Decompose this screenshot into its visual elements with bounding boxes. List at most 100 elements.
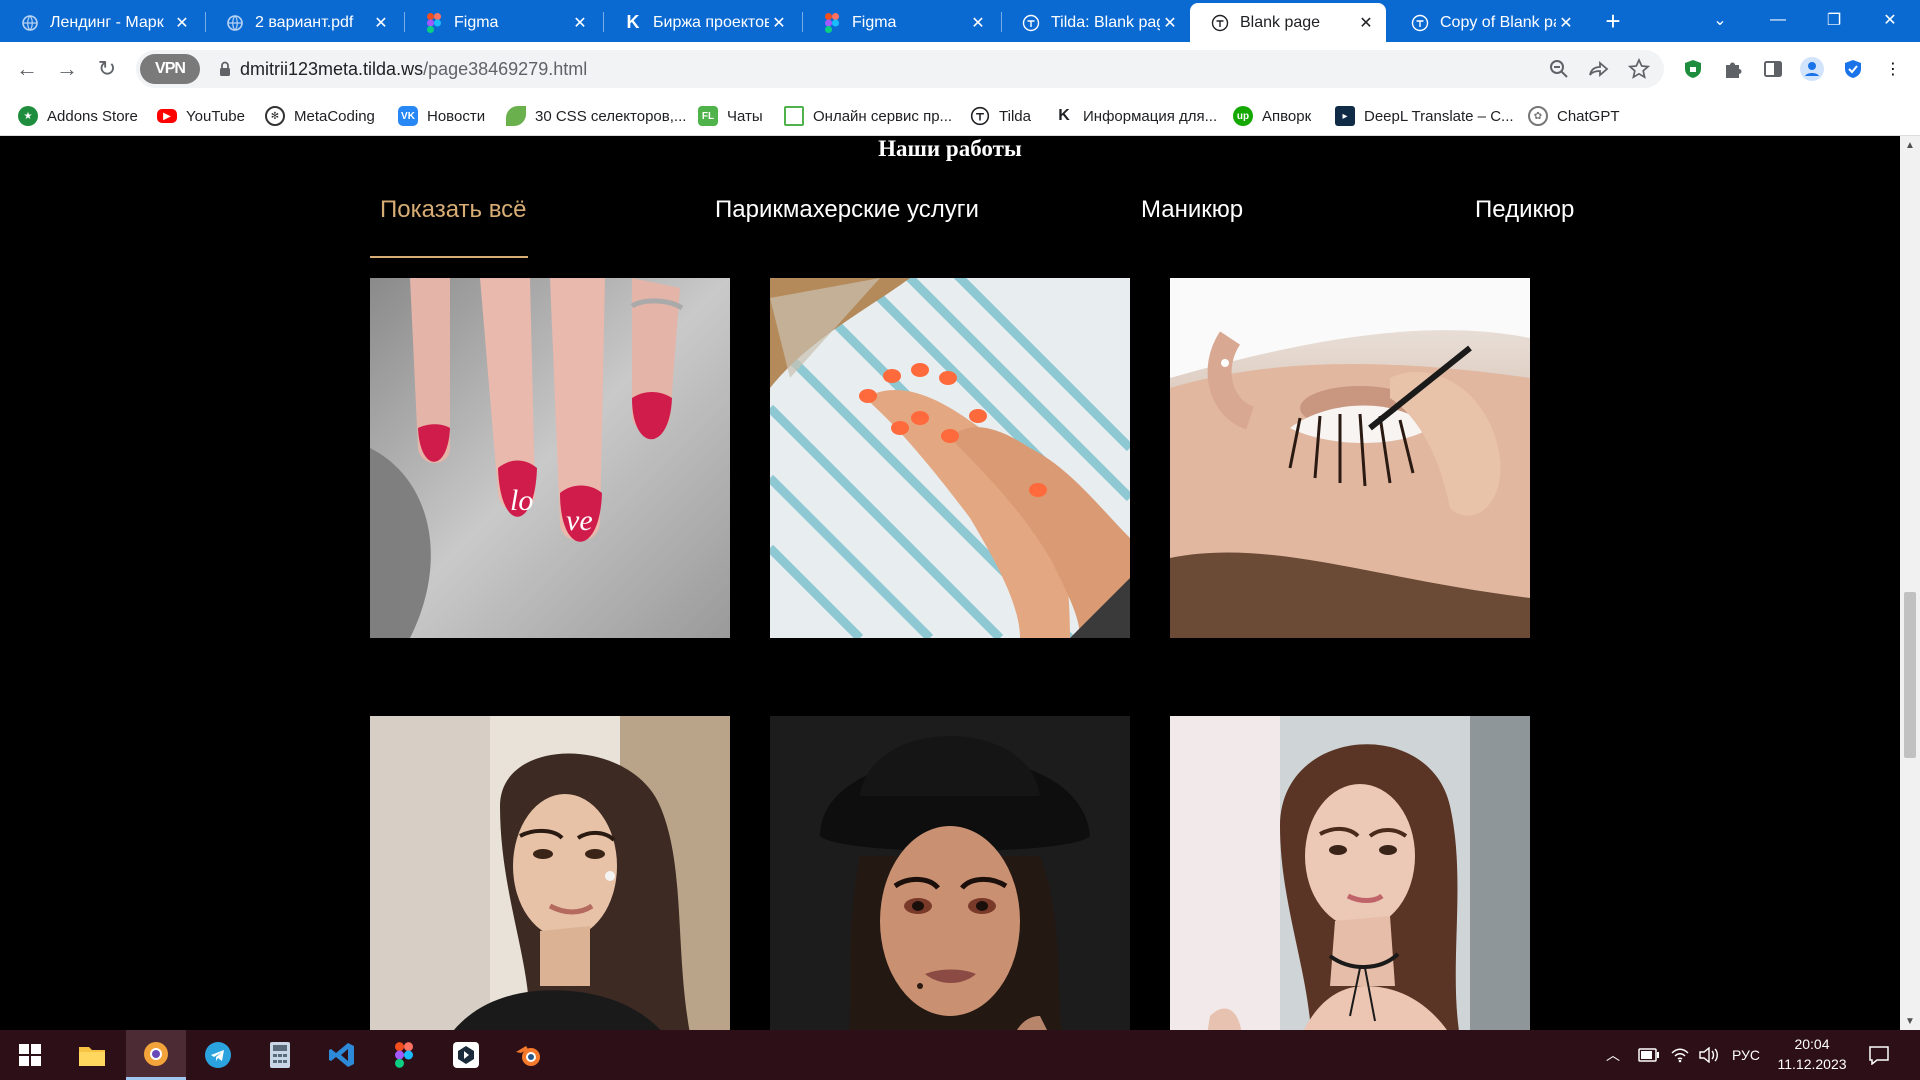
tab-blank-page[interactable]: Blank page ✕ xyxy=(1190,3,1386,42)
scrollbar-thumb[interactable] xyxy=(1904,592,1916,758)
bookmark-kwork-info[interactable]: K Информация для... xyxy=(1054,104,1217,128)
new-tab-button[interactable]: + xyxy=(1598,6,1628,36)
scroll-up-arrow-icon[interactable]: ▲ xyxy=(1900,136,1920,154)
vpn-button[interactable]: VPN xyxy=(140,54,200,84)
close-icon[interactable]: ✕ xyxy=(968,13,988,33)
blender-icon[interactable] xyxy=(498,1030,558,1080)
adblock-shield-icon[interactable] xyxy=(1678,54,1708,84)
url-path: /page38469279.html xyxy=(423,59,588,79)
bookmark-label: YouTube xyxy=(186,107,245,125)
side-panel-icon[interactable] xyxy=(1758,54,1788,84)
profile-avatar-icon[interactable] xyxy=(1797,54,1827,84)
bookmark-chats[interactable]: FL Чаты xyxy=(698,104,763,128)
filter-tab-manicure[interactable]: Маникюр xyxy=(1141,196,1243,224)
kwork-icon: K xyxy=(626,12,640,32)
menu-kebab-icon[interactable]: ⋮ xyxy=(1878,54,1908,84)
browser-icon[interactable] xyxy=(126,1030,186,1080)
telegram-icon[interactable] xyxy=(188,1030,248,1080)
tab-tilda-blank[interactable]: Tilda: Blank page ✕ xyxy=(1001,3,1190,42)
bookmark-label: Апворк xyxy=(1262,107,1312,125)
bookmark-chatgpt[interactable]: ✿ ChatGPT xyxy=(1528,104,1620,128)
page-title: Наши работы xyxy=(878,136,1022,161)
wifi-icon[interactable] xyxy=(1670,1030,1690,1080)
forward-arrow-icon[interactable]: → xyxy=(52,54,82,84)
minimize-icon[interactable]: — xyxy=(1748,0,1808,40)
windows-start-icon[interactable] xyxy=(0,1030,60,1080)
kwork-icon: K xyxy=(1058,107,1070,124)
bookmark-star-icon[interactable] xyxy=(1626,56,1652,82)
active-filter-underline xyxy=(370,256,528,258)
close-icon[interactable]: ✕ xyxy=(172,13,192,33)
filter-tab-show-all[interactable]: Показать всё xyxy=(380,196,527,224)
back-arrow-icon[interactable]: ← xyxy=(12,54,42,84)
tilda-icon xyxy=(1210,13,1230,33)
address-bar[interactable]: VPN dmitrii123meta.tilda.ws/page38469279… xyxy=(136,50,1664,88)
bookmark-label: Информация для... xyxy=(1083,107,1218,125)
calculator-icon[interactable] xyxy=(250,1030,310,1080)
fl-icon: FL xyxy=(698,106,718,126)
language-indicator[interactable]: РУС xyxy=(1732,1030,1760,1080)
tray-overflow-chevron-icon[interactable]: ︿ xyxy=(1606,1030,1620,1080)
bookmark-label: ChatGPT xyxy=(1557,107,1620,125)
bookmark-label: Tilda xyxy=(999,107,1031,125)
lock-icon[interactable] xyxy=(216,60,234,78)
browser-toolbar: ← → ↻ VPN dmitrii123meta.tilda.ws/page38… xyxy=(0,42,1920,96)
tab-figma-2[interactable]: Figma ✕ xyxy=(802,3,998,42)
bookmark-addons-store[interactable]: ★ Addons Store xyxy=(18,104,138,128)
restore-icon[interactable]: ❐ xyxy=(1804,0,1864,40)
close-window-icon[interactable]: ✕ xyxy=(1860,0,1920,40)
file-explorer-icon[interactable] xyxy=(62,1030,122,1080)
zoom-icon[interactable] xyxy=(1546,56,1572,82)
close-icon[interactable]: ✕ xyxy=(1356,13,1376,33)
bookmark-tilda[interactable]: Tilda xyxy=(970,104,1031,128)
bookmark-upwork[interactable]: up Апворк xyxy=(1233,104,1311,128)
gallery-photo-eyelash-extension[interactable] xyxy=(1170,278,1530,638)
svg-text:lo: lo xyxy=(510,484,533,517)
scroll-down-arrow-icon[interactable]: ▼ xyxy=(1900,1012,1920,1030)
gallery-photo-portrait-black-jacket[interactable] xyxy=(370,716,730,1030)
bookmark-metacoding[interactable]: ✻ MetaCoding xyxy=(265,104,375,128)
page-scrollbar[interactable]: ▲ ▼ xyxy=(1900,136,1920,1030)
gallery-photo-portrait-black-hat[interactable] xyxy=(770,716,1130,1030)
security-shield-icon[interactable] xyxy=(1838,54,1868,84)
vscode-icon[interactable] xyxy=(312,1030,372,1080)
tab-figma-1[interactable]: Figma ✕ xyxy=(404,3,600,42)
url-text[interactable]: dmitrii123meta.tilda.ws/page38469279.htm… xyxy=(240,59,587,80)
tab-landing[interactable]: Лендинг - Марк ✕ xyxy=(0,3,202,42)
filter-tab-hairdressing[interactable]: Парикмахерские услуги xyxy=(715,196,979,224)
clock-time: 20:04 xyxy=(1794,1036,1830,1052)
app-icon[interactable] xyxy=(436,1030,496,1080)
share-icon[interactable] xyxy=(1586,56,1612,82)
filter-tab-pedicure[interactable]: Педикюр xyxy=(1475,196,1574,224)
close-icon[interactable]: ✕ xyxy=(1556,13,1576,33)
tab-kwork[interactable]: K Биржа проектов ✕ xyxy=(603,3,799,42)
gallery-photo-portrait-choker[interactable] xyxy=(1170,716,1530,1030)
bookmark-vk-news[interactable]: VK Новости xyxy=(398,104,485,128)
close-icon[interactable]: ✕ xyxy=(371,13,391,33)
bookmark-online-service[interactable]: Онлайн сервис пр... xyxy=(784,104,952,128)
reload-icon[interactable]: ↻ xyxy=(92,54,122,84)
tab-search-chevron-icon[interactable]: ⌄ xyxy=(1690,0,1750,40)
gallery-photo-coral-manicure[interactable] xyxy=(770,278,1130,638)
bookmark-deepl[interactable]: ▸ DeepL Translate – С... xyxy=(1335,104,1514,128)
bookmark-css-selectors[interactable]: 30 CSS селекторов,... xyxy=(506,104,686,128)
gallery-photo-red-love-manicure[interactable]: lo ve xyxy=(370,278,730,638)
taskbar-clock[interactable]: 20:04 11.12.2023 xyxy=(1772,1034,1852,1074)
tab-title: Tilda: Blank page xyxy=(1051,13,1160,31)
notifications-icon[interactable] xyxy=(1868,1030,1890,1080)
chatgpt-icon: ✿ xyxy=(1528,106,1548,126)
clock-date: 11.12.2023 xyxy=(1777,1056,1847,1072)
svg-text:ve: ve xyxy=(566,504,593,537)
tab-pdf[interactable]: 2 вариант.pdf ✕ xyxy=(205,3,401,42)
browser-tab-strip: Лендинг - Марк ✕ 2 вариант.pdf ✕ Figma ✕… xyxy=(0,0,1920,42)
tab-title: Blank page xyxy=(1240,13,1321,31)
close-icon[interactable]: ✕ xyxy=(570,13,590,33)
extensions-puzzle-icon[interactable] xyxy=(1718,54,1748,84)
figma-icon[interactable] xyxy=(374,1030,434,1080)
bookmark-youtube[interactable]: ▶ YouTube xyxy=(157,104,245,128)
battery-icon[interactable] xyxy=(1638,1030,1660,1080)
volume-icon[interactable] xyxy=(1698,1030,1720,1080)
close-icon[interactable]: ✕ xyxy=(769,13,789,33)
tab-copy-blank[interactable]: Copy of Blank page ✕ xyxy=(1390,3,1586,42)
close-icon[interactable]: ✕ xyxy=(1160,13,1180,33)
